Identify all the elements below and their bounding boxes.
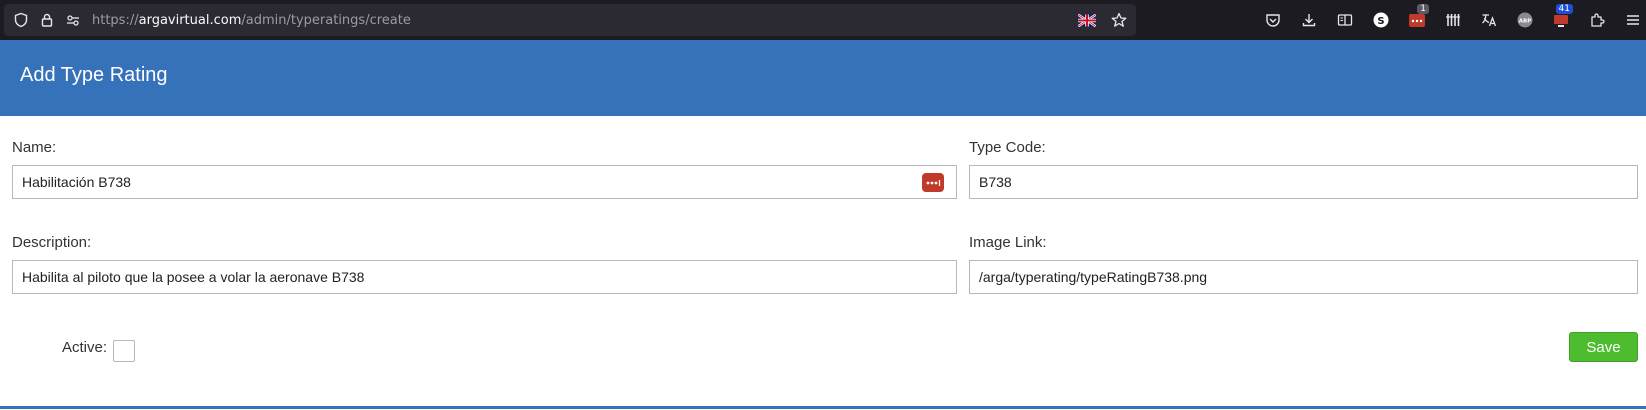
uk-flag-icon[interactable] [1076,9,1098,31]
description-label: Description: [12,234,92,251]
image-link-field[interactable] [969,260,1638,294]
type-code-input[interactable] [970,166,1637,198]
image-link-input[interactable] [970,261,1637,293]
url-prefix: https:// [92,12,139,28]
s-extension-icon[interactable]: S [1363,8,1399,32]
screen-extension-icon[interactable]: 41 [1543,4,1579,32]
url-path: /admin/typeratings/create [241,12,411,28]
type-code-field[interactable] [969,165,1638,199]
address-bar[interactable]: https://argavirtual.com/admin/typerating… [4,4,1136,36]
notification-count-badge: 41 [1555,4,1573,14]
name-input[interactable] [13,166,956,198]
adblock-icon[interactable]: ABP [1507,8,1543,32]
download-icon[interactable] [1291,8,1327,32]
bookmark-star-icon[interactable] [1108,9,1130,31]
extensions-icon[interactable] [1579,8,1615,32]
description-field[interactable] [12,260,957,294]
active-checkbox[interactable] [113,340,135,362]
svg-text:S: S [1377,16,1384,27]
svg-text:ABP: ABP [1519,19,1531,25]
pocket-icon[interactable] [1255,8,1291,32]
save-button[interactable]: Save [1569,332,1638,362]
password-fill-icon[interactable] [922,173,944,192]
password-manager-icon[interactable]: 1 [1399,4,1435,32]
image-link-label: Image Link: [969,234,1047,251]
type-code-label: Type Code: [969,139,1046,156]
url-host: argavirtual.com [138,12,242,28]
shield-icon[interactable] [10,9,32,31]
active-label: Active: [62,339,108,356]
page-header: Add Type Rating [0,40,1646,116]
library-icon[interactable] [1435,8,1471,32]
bottom-divider [0,406,1646,409]
toolbar-icons: S 1 ABP 41 [1255,4,1646,32]
reader-view-icon[interactable] [1327,8,1363,32]
description-input[interactable] [13,261,956,293]
page-title: Add Type Rating [20,64,168,86]
permissions-icon[interactable] [62,9,84,31]
browser-toolbar: https://argavirtual.com/admin/typerating… [0,0,1646,40]
name-field[interactable] [12,165,957,199]
menu-icon[interactable] [1615,8,1646,32]
translate-icon[interactable] [1471,8,1507,32]
lock-icon[interactable] [36,9,58,31]
url-text[interactable]: https://argavirtual.com/admin/typerating… [92,13,411,28]
extension-count-badge: 1 [1417,4,1429,14]
name-label: Name: [12,139,57,156]
